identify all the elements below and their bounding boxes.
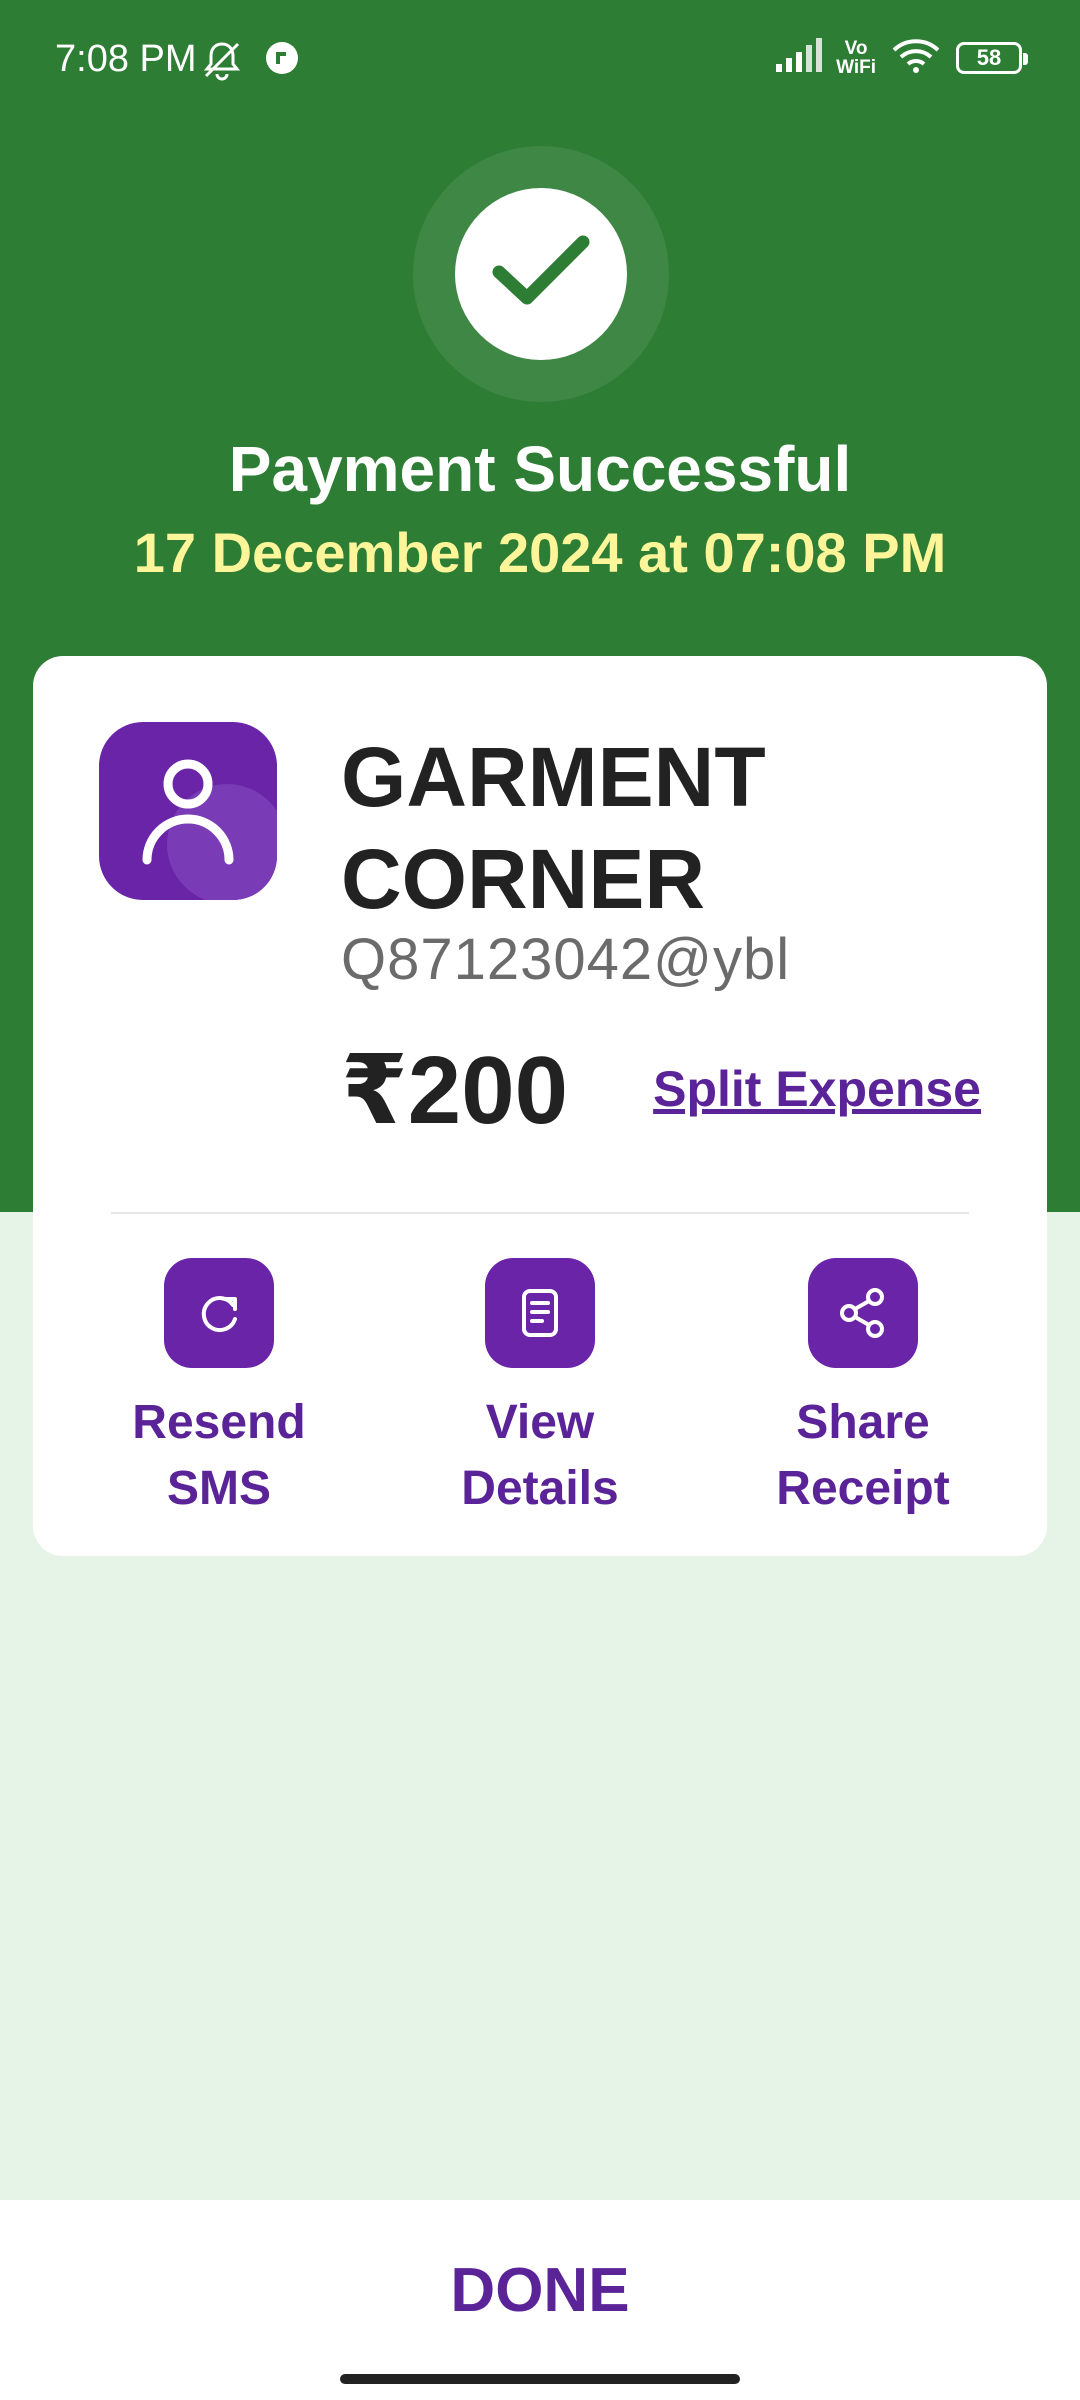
wifi-icon xyxy=(890,36,942,79)
bell-muted-icon xyxy=(200,38,244,87)
document-icon[interactable] xyxy=(485,1258,595,1368)
signal-icon xyxy=(774,38,823,77)
battery-indicator: 58 xyxy=(956,41,1028,74)
refresh-icon[interactable] xyxy=(164,1258,274,1368)
share-receipt-label: Share Receipt xyxy=(776,1396,950,1515)
status-time: 7:08 PM xyxy=(55,38,197,80)
payment-summary-card: GARMENT CORNER Q87123042@ybl ₹200 Split … xyxy=(33,656,1047,1556)
view-details-label: View Details xyxy=(461,1396,619,1515)
status-right-icons: Vo WiFi 58 xyxy=(774,36,1028,79)
success-check-badge xyxy=(455,188,627,360)
status-bar: 7:08 PM Vo WiFi 58 xyxy=(0,0,1080,120)
share-icon[interactable] xyxy=(808,1258,918,1368)
merchant-upi-id: Q87123042@ybl xyxy=(341,927,791,992)
share-receipt-button[interactable]: Share Receipt xyxy=(733,1258,993,1522)
payment-datetime: 17 December 2024 at 07:08 PM xyxy=(133,521,947,584)
checkmark-icon xyxy=(491,232,591,317)
payment-amount: ₹200 xyxy=(341,1037,568,1144)
split-expense-link[interactable]: Split Expense xyxy=(653,1060,981,1118)
resend-sms-button[interactable]: Resend SMS xyxy=(89,1258,349,1522)
view-details-button[interactable]: View Details xyxy=(410,1258,670,1522)
app-notification-icon xyxy=(262,38,302,87)
vowifi-bottom: WiFi xyxy=(836,56,876,78)
bottom-action-bar: DONE xyxy=(0,2200,1080,2400)
card-divider xyxy=(111,1212,969,1214)
resend-sms-label: Resend SMS xyxy=(132,1396,306,1515)
payment-status-title: Payment Successful xyxy=(228,433,852,505)
payee-avatar xyxy=(99,722,277,900)
done-button[interactable]: DONE xyxy=(340,2240,740,2340)
merchant-name: GARMENT CORNER xyxy=(341,730,766,926)
vowifi-top: Vo xyxy=(844,37,868,59)
vowifi-indicator: Vo WiFi xyxy=(836,39,876,77)
home-indicator[interactable] xyxy=(340,2374,740,2384)
status-left-icons xyxy=(200,38,302,87)
